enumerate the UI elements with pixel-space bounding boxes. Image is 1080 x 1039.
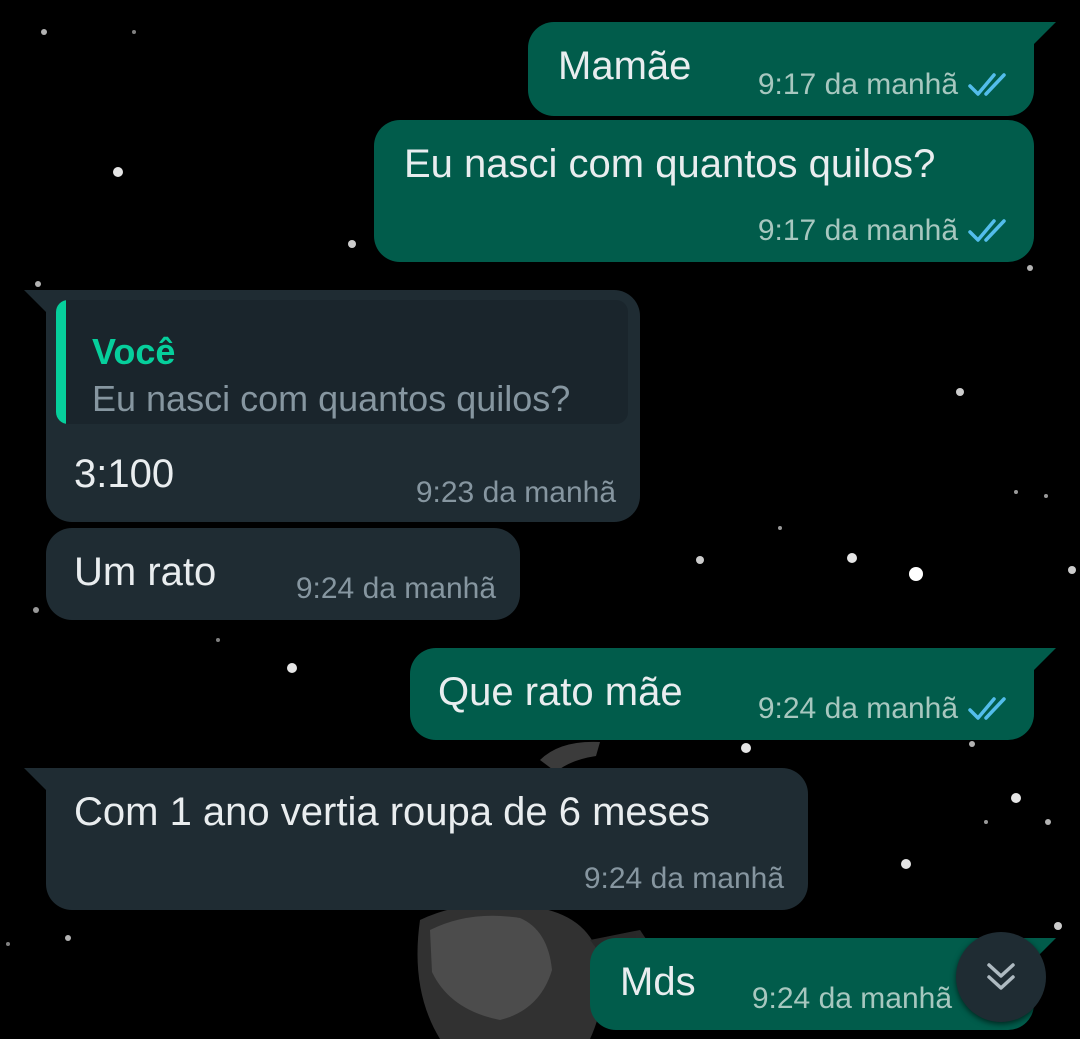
- message-meta: 9:24 da manhã: [752, 982, 952, 1016]
- message-time: 9:24 da manhã: [757, 692, 958, 725]
- bubble-tail: [1034, 22, 1056, 44]
- message-time: 9:24 da manhã: [751, 982, 952, 1015]
- double-chevron-down-icon: [987, 963, 1015, 990]
- read-double-tick-icon: [968, 73, 1006, 96]
- quote-text: Eu nasci com quantos quilos?: [92, 378, 571, 419]
- message-incoming[interactable]: Com 1 ano vertia roupa de 6 meses 9:24 d…: [24, 768, 808, 910]
- scroll-to-bottom-button[interactable]: [956, 932, 1046, 1022]
- quote-accent-bar: [56, 300, 66, 424]
- message-incoming[interactable]: Um rato 9:24 da manhã: [46, 528, 520, 620]
- message-text: Eu nasci com quantos quilos?: [404, 142, 936, 186]
- message-text: Com 1 ano vertia roupa de 6 meses: [74, 790, 710, 834]
- quote-author: Você: [92, 331, 176, 372]
- message-outgoing[interactable]: Eu nasci com quantos quilos? 9:17 da man…: [374, 120, 1034, 262]
- read-double-tick-icon: [968, 219, 1006, 242]
- bubble-tail: [24, 290, 46, 312]
- message-outgoing[interactable]: Que rato mãe 9:24 da manhã: [410, 648, 1056, 740]
- message-outgoing[interactable]: Mamãe 9:17 da manhã: [528, 22, 1056, 116]
- message-time: 9:17 da manhã: [757, 68, 958, 101]
- read-double-tick-icon: [968, 697, 1006, 720]
- quoted-message[interactable]: Você Eu nasci com quantos quilos?: [56, 300, 628, 424]
- message-time: 9:24 da manhã: [583, 862, 784, 895]
- message-meta: 9:24 da manhã: [758, 692, 1012, 726]
- bubble-tail: [1034, 648, 1056, 670]
- message-incoming[interactable]: Você Eu nasci com quantos quilos? 3:100 …: [24, 290, 640, 522]
- message-meta: 9:17 da manhã: [758, 214, 1012, 248]
- message-text: Mds: [620, 960, 696, 1004]
- message-text: Um rato: [74, 550, 217, 594]
- message-text: Que rato mãe: [438, 670, 683, 714]
- message-text: 3:100: [74, 452, 175, 496]
- message-meta: 9:17 da manhã: [758, 68, 1012, 102]
- bubble-tail: [24, 768, 46, 790]
- message-text: Mamãe: [558, 44, 692, 88]
- message-time: 9:17 da manhã: [757, 214, 958, 247]
- message-time: 9:23 da manhã: [415, 476, 616, 509]
- message-time: 9:24 da manhã: [295, 572, 496, 605]
